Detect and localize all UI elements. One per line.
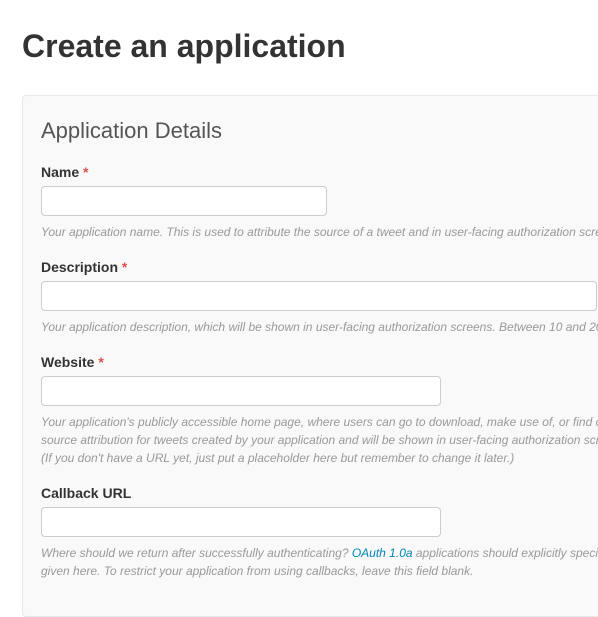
website-input[interactable] — [41, 376, 441, 406]
callback-help-b: applications should explicitly specify t… — [413, 546, 598, 560]
name-help: Your application name. This is used to a… — [41, 223, 588, 241]
oauth-link[interactable]: OAuth 1.0a — [352, 546, 413, 560]
field-description: Description * Your application descripti… — [41, 259, 588, 336]
callback-url-input[interactable] — [41, 507, 441, 537]
name-label: Name * — [41, 164, 588, 180]
callback-help: Where should we return after successfull… — [41, 544, 588, 580]
page-title: Create an application — [22, 28, 598, 65]
description-input[interactable] — [41, 281, 597, 311]
description-help: Your application description, which will… — [41, 318, 588, 336]
panel-title: Application Details — [41, 118, 588, 144]
website-label-text: Website — [41, 354, 94, 370]
name-label-text: Name — [41, 164, 79, 180]
callback-label-text: Callback URL — [41, 485, 131, 501]
website-help-line2: source attribution for tweets created by… — [41, 433, 598, 447]
description-label-text: Description — [41, 259, 118, 275]
description-label: Description * — [41, 259, 588, 275]
application-details-panel: Application Details Name * Your applicat… — [22, 95, 598, 617]
field-callback-url: Callback URL Where should we return afte… — [41, 485, 588, 580]
website-help: Your application's publicly accessible h… — [41, 413, 588, 467]
required-asterisk: * — [83, 164, 88, 180]
required-asterisk: * — [98, 354, 103, 370]
required-asterisk: * — [122, 259, 127, 275]
field-name: Name * Your application name. This is us… — [41, 164, 588, 241]
callback-label: Callback URL — [41, 485, 588, 501]
callback-help-c: given here. To restrict your application… — [41, 564, 473, 578]
name-input[interactable] — [41, 186, 327, 216]
field-website: Website * Your application's publicly ac… — [41, 354, 588, 467]
callback-help-a: Where should we return after successfull… — [41, 546, 352, 560]
website-label: Website * — [41, 354, 588, 370]
website-help-line3: (If you don't have a URL yet, just put a… — [41, 451, 514, 465]
website-help-line1: Your application's publicly accessible h… — [41, 415, 598, 429]
